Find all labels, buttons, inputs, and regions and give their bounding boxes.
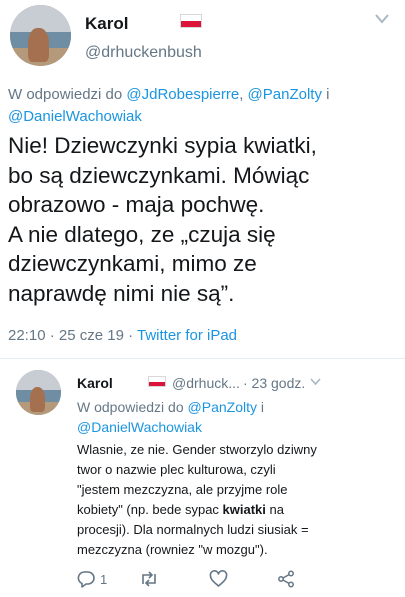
tweet-text-line: bo są dziewczynkami. Mówiąc — [8, 162, 310, 188]
reply-prefix: W odpowiedzi do — [77, 399, 184, 415]
tweet-text-line: A nie dlatego, ze „czuja się — [8, 221, 276, 247]
like-button[interactable] — [209, 570, 228, 588]
main-author-name[interactable]: Karol — [85, 14, 128, 34]
reply-action-bar: 1 — [77, 570, 397, 592]
reply-tweet-text: Wlasnie, ze nie. Gender stworzylo dziwny… — [77, 440, 402, 560]
tweet-text-line: Nie! Dziewczynki sypia kwiatki, — [8, 133, 317, 158]
main-timestamp-row: 22:10 · 25 cze 19 · Twitter for iPad — [8, 327, 237, 344]
main-reply-context: W odpowiedzi do @JdRobespierre, @PanZolt… — [8, 84, 400, 128]
retweet-button[interactable] — [139, 570, 159, 588]
main-tweet: Karol @drhuckenbush W odpowiedzi do @JdR… — [0, 0, 405, 352]
retweet-icon — [142, 571, 156, 587]
reply-icon — [77, 571, 95, 588]
tweet-divider — [0, 358, 405, 359]
reply-chevron-down-icon[interactable] — [310, 378, 321, 386]
tweet-text-line: dziewczynkami, mimo ze — [8, 251, 257, 276]
reply-user-panzolty[interactable]: @PanZolty — [188, 399, 257, 415]
reply-separator: , — [239, 86, 248, 103]
main-avatar[interactable] — [10, 5, 71, 66]
poland-flag-icon — [148, 376, 166, 387]
main-chevron-down-icon[interactable] — [375, 14, 389, 24]
poland-flag-icon — [180, 14, 202, 28]
reply-avatar[interactable] — [16, 370, 61, 415]
reply-time[interactable]: · 23 godz. — [243, 375, 305, 391]
reply-separator: i — [321, 86, 330, 103]
reply-separator: i — [256, 399, 264, 415]
reply-text-segment: na — [265, 502, 284, 517]
reply-text-line: kobiety" (np. bede sypac kwiatki na — [77, 500, 402, 520]
reply-text-line: "jestem mezczyzna, ale przyjme role — [77, 482, 288, 497]
reply-button[interactable] — [77, 570, 95, 588]
share-icon — [278, 570, 294, 588]
share-button[interactable] — [277, 570, 295, 588]
tweet-text-line: obrazowo - maja pochwę. — [8, 192, 265, 217]
reply-author-name[interactable]: Karol — [77, 375, 113, 391]
reply-reply-context: W odpowiedzi do @PanZolty i @DanielWacho… — [77, 397, 264, 437]
main-handle[interactable]: @drhuckenbush — [85, 44, 202, 62]
reply-text-segment: kobiety" (np. bede sypac — [77, 502, 223, 517]
reply-handle[interactable]: @drhuck... — [172, 375, 240, 391]
reply-user-jdrobespierre[interactable]: @JdRobespierre — [126, 86, 239, 103]
main-timestamp[interactable]: 22:10 · 25 cze 19 · — [8, 327, 137, 344]
reply-text-line: twor o nazwie plec kulturowa, czyli — [77, 462, 276, 477]
reply-text-bold: kwiatki — [222, 502, 266, 517]
reply-text-line: mezczyzna (rowniez "w mozgu"). — [77, 542, 268, 557]
reply-user-danielwachowiak[interactable]: @DanielWachowiak — [77, 419, 202, 435]
reply-tweet[interactable]: Karol @drhuck... · 23 godz. W odpowiedzi… — [0, 360, 405, 597]
reply-count: 1 — [100, 572, 108, 587]
reply-user-panzolty[interactable]: @PanZolty — [248, 86, 322, 103]
reply-text-line: procesji). Dla normalnych ludzi siusiak … — [77, 522, 309, 537]
reply-user-danielwachowiak[interactable]: @DanielWachowiak — [8, 108, 142, 125]
reply-prefix: W odpowiedzi do — [8, 86, 123, 103]
heart-icon — [209, 570, 228, 587]
reply-text-line: Wlasnie, ze nie. Gender stworzylo dziwny — [77, 442, 317, 457]
main-tweet-text: Nie! Dziewczynki sypia kwiatki, bo są dz… — [8, 131, 403, 308]
tweet-source[interactable]: Twitter for iPad — [137, 327, 237, 344]
tweet-text-line: naprawdę nimi nie są”. — [8, 280, 235, 306]
